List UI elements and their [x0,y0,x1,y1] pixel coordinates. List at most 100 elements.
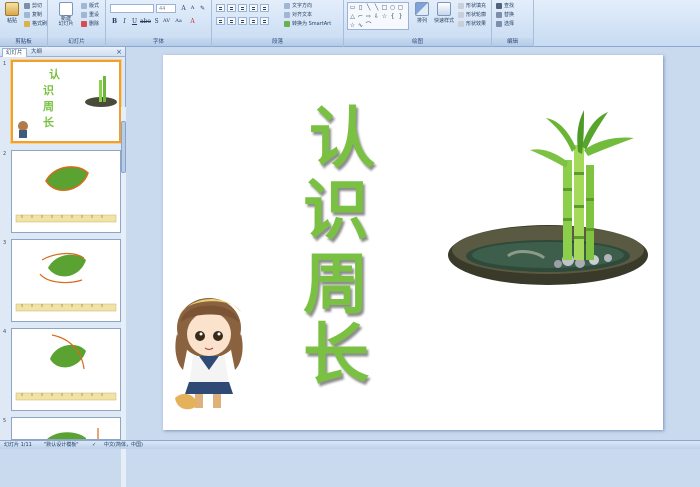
line-shape-icon[interactable]: ╲ [365,4,372,11]
font-color-button[interactable]: A [188,17,197,26]
reset-button[interactable]: 重设 [81,11,99,19]
grow-font-button[interactable]: A [179,4,188,13]
delete-slide-button[interactable]: 删除 [81,20,99,28]
slide-counter: 幻灯片 1/11 [4,442,32,448]
slide-number: 3 [3,240,7,246]
find-button[interactable]: 查找 [496,2,514,10]
editing-group: 查找 替换 选择 编辑 [492,0,534,47]
layout-button[interactable]: 版式 [81,2,99,10]
spelling-check-icon[interactable]: ✓ [92,441,96,449]
slide-thumbnail-1[interactable]: 认 识 周 长 [11,60,121,143]
select-button[interactable]: 选择 [496,20,514,28]
quick-styles-icon [437,2,451,16]
slide-number: 1 [3,61,7,67]
font-name-select[interactable] [110,4,154,13]
shadow-button[interactable]: S [152,17,161,26]
language-indicator[interactable]: 中文(简体，中国) [104,441,143,449]
slides-pane: 幻灯片 大纲 × 1 认 识 周 长 2 3 4 5 [0,47,126,487]
paste-button[interactable]: 粘贴 [2,2,22,24]
tab-outline[interactable]: 大纲 [28,48,45,57]
shape-fill-button[interactable]: 形状填充 [458,2,486,10]
strikethrough-button[interactable]: abe [140,17,151,26]
increase-indent-icon[interactable] [249,4,258,12]
arc-shape-icon[interactable]: ⌒ [365,22,372,29]
bullets-icon[interactable] [216,4,225,12]
rect-shape-icon[interactable]: □ [381,4,388,11]
arrow-right-shape-icon[interactable]: ⇨ [365,13,372,20]
line-spacing-icon[interactable] [260,4,269,12]
underline-button[interactable]: U [130,17,139,26]
align-left-icon[interactable] [216,17,225,25]
clear-format-button[interactable]: ✎ [198,4,207,13]
oval-shape-icon[interactable]: ○ [389,4,396,11]
textbox-shape-icon[interactable]: ▭ [349,4,356,11]
theme-name[interactable]: "默认设计模板" [44,441,79,449]
cut-button[interactable]: 剪切 [24,2,42,10]
star-shape-icon[interactable]: ☆ [381,13,388,20]
slide-thumbnail-2[interactable] [11,150,121,233]
shrink-font-button[interactable]: A [188,4,197,13]
shapes-gallery[interactable]: ▭ ▯ ╲ ╲ □ ○ ▢ △ ⌐ ⇨ ⇩ ☆ { } ☆ ∿ ⌒ [347,2,409,30]
replace-icon [496,11,502,18]
cartoon-girl-image[interactable] [163,290,253,420]
star2-shape-icon[interactable]: ☆ [349,22,356,29]
new-slide-button[interactable]: 新建 幻灯片 [54,2,78,27]
bamboo-bowl-image[interactable] [448,110,648,310]
slide-thumbnail-3[interactable] [11,239,121,322]
thumb-title-char: 认 [49,67,61,81]
align-right-icon[interactable] [238,17,247,25]
status-bar: 幻灯片 1/11 "默认设计模板" ✓ 中文(简体，中国) [0,440,700,449]
copy-button[interactable]: 复制 [24,11,42,19]
font-size-select[interactable]: 44 [156,4,176,13]
triangle-shape-icon[interactable]: △ [349,13,356,20]
corner-shape-icon[interactable]: ⌐ [357,13,364,20]
quick-styles-button[interactable]: 快速样式 [432,2,456,24]
format-painter-button[interactable]: 格式刷 [24,20,47,28]
thumbnail-4-content [15,334,117,401]
change-case-button[interactable]: Aa [174,17,183,26]
shape-outline-button[interactable]: 形状轮廓 [458,11,486,19]
curve-shape-icon[interactable]: ∿ [357,22,364,29]
arrange-button[interactable]: 排列 [412,2,432,24]
columns-icon[interactable] [260,17,269,25]
align-text-button[interactable]: 对齐文本 [284,11,312,19]
new-slide-icon [59,2,73,16]
pen-icon [458,11,464,18]
slide-canvas[interactable]: 认 识 周 长 [163,55,663,430]
brace-left-shape-icon[interactable]: { [389,13,396,20]
tab-slides[interactable]: 幻灯片 [2,48,27,57]
line2-shape-icon[interactable]: ╲ [373,4,380,11]
arrow-down-shape-icon[interactable]: ⇩ [373,13,380,20]
numbering-icon[interactable] [227,4,236,12]
brace-right-shape-icon[interactable]: } [397,13,404,20]
bold-button[interactable]: B [110,17,119,26]
slides-pane-scrollbar[interactable] [121,107,126,487]
align-center-icon[interactable] [227,17,236,25]
thumbnail-5-content [47,428,99,439]
title-char-4[interactable]: 长 [303,301,369,397]
replace-button[interactable]: 替换 [496,11,514,19]
slide-thumbnail-4[interactable] [11,328,121,411]
italic-button[interactable]: I [120,17,129,26]
spacing-button[interactable]: AV [162,17,171,26]
slide-thumbnail-5[interactable] [11,417,121,440]
effects-icon [458,20,464,27]
editing-group-label: 编辑 [492,38,533,46]
font-group-label: 字体 [106,38,211,46]
paragraph-group-label: 段落 [212,38,343,46]
smartart-button[interactable]: 转换为 SmartArt [284,20,331,28]
scrollbar-handle[interactable] [121,121,126,173]
close-pane-icon[interactable]: × [116,47,122,57]
text-direction-button[interactable]: 文字方向 [284,2,312,10]
align-text-icon [284,11,290,18]
slide-editing-area: 认 识 周 长 [127,47,700,440]
rounded-rect-shape-icon[interactable]: ▢ [397,4,404,11]
layout-icon [81,2,87,9]
justify-icon[interactable] [249,17,258,25]
slide-number: 5 [3,418,7,424]
decrease-indent-icon[interactable] [238,4,247,12]
slide-number: 2 [3,151,7,157]
textbox-vertical-shape-icon[interactable]: ▯ [357,4,364,11]
thumbnail-2-content [15,166,117,223]
shape-effects-button[interactable]: 形状效果 [458,20,486,28]
